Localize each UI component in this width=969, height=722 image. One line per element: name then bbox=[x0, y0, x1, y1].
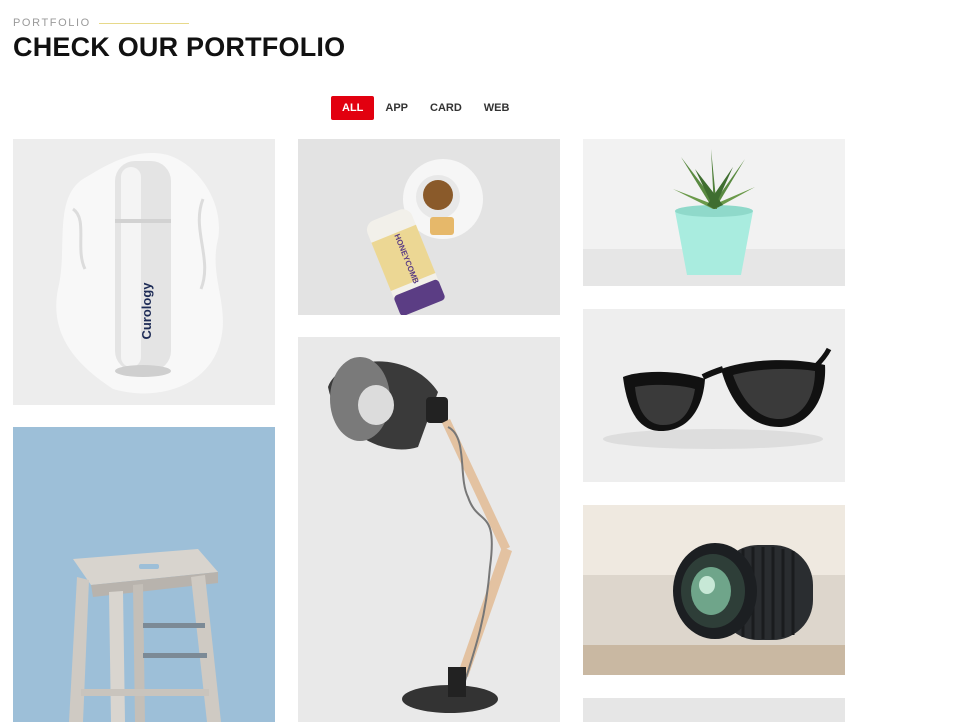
page-title: CHECK OUR PORTFOLIO bbox=[13, 32, 346, 62]
succulent-image bbox=[583, 139, 845, 286]
sunglasses-image bbox=[583, 309, 845, 482]
eyebrow-label: PORTFOLIO bbox=[13, 17, 91, 29]
eyebrow-divider bbox=[98, 23, 189, 24]
honey-tea-image: HONEYCOMB bbox=[298, 139, 560, 315]
portfolio-item-partial[interactable] bbox=[583, 698, 845, 722]
filter-app-button[interactable]: APP bbox=[374, 96, 419, 120]
bottle-brand-text: Curology bbox=[139, 282, 154, 340]
portfolio-item-lamp[interactable] bbox=[298, 337, 560, 722]
filter-web-button[interactable]: WEB bbox=[473, 96, 521, 120]
portfolio-item-sunglasses[interactable] bbox=[583, 309, 845, 482]
portfolio-item-stool[interactable] bbox=[13, 427, 275, 722]
portfolio-item-bottle[interactable]: Curology bbox=[13, 139, 275, 405]
camera-lens-image bbox=[583, 505, 845, 675]
stool-image bbox=[13, 427, 275, 722]
filter-card-button[interactable]: CARD bbox=[419, 96, 473, 120]
partial-item-image bbox=[583, 698, 845, 722]
section-eyebrow: PORTFOLIO bbox=[13, 17, 189, 29]
portfolio-item-honey[interactable]: HONEYCOMB bbox=[298, 139, 560, 315]
desk-lamp-image bbox=[298, 337, 560, 722]
portfolio-item-plant[interactable] bbox=[583, 139, 845, 286]
filter-all-button[interactable]: ALL bbox=[331, 96, 375, 120]
portfolio-item-lens[interactable] bbox=[583, 505, 845, 675]
portfolio-filter-bar: ALL APP CARD WEB bbox=[331, 96, 520, 120]
bottle-image: Curology bbox=[13, 139, 275, 405]
